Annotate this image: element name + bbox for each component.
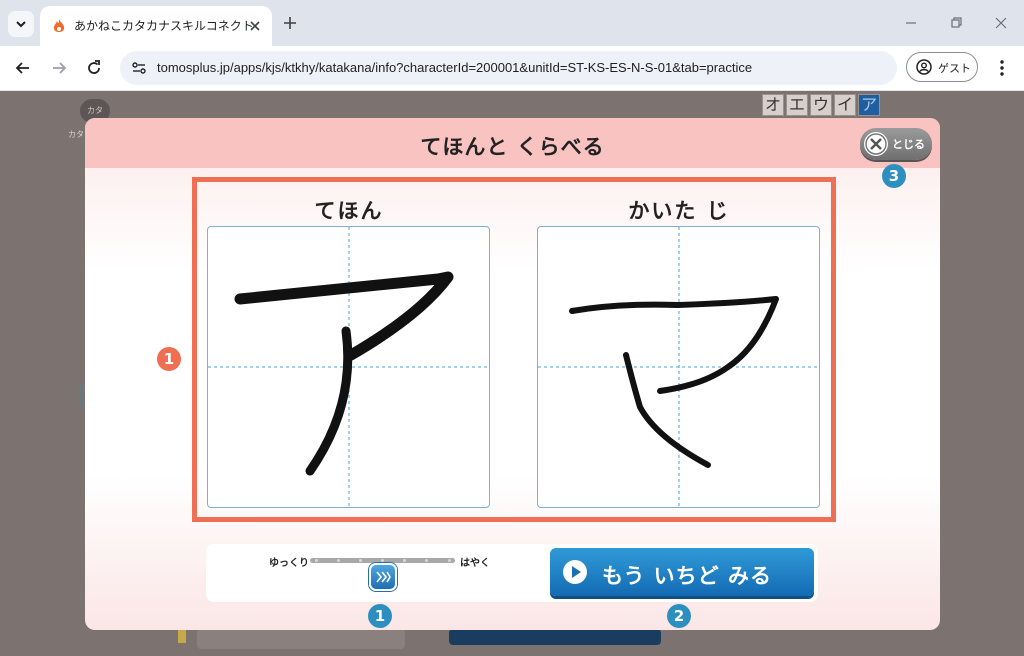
speed-step-dot xyxy=(314,559,318,562)
background-chip-label: カタ xyxy=(68,130,84,139)
reload-icon[interactable] xyxy=(84,58,104,78)
compare-modal: てほんと くらべる とじる 3 1 てほん かいた じ ゆっくり はやく もう … xyxy=(85,118,940,630)
close-icon xyxy=(864,132,888,156)
browser-tab-bar: あかねこカタカナスキルコネクト xyxy=(0,0,1024,46)
more-icon[interactable] xyxy=(994,58,1010,78)
play-icon xyxy=(563,560,587,584)
speed-icon xyxy=(375,571,391,583)
favicon-icon xyxy=(53,19,65,32)
kana-tab: エ xyxy=(786,94,808,116)
address-bar[interactable]: tomosplus.jp/apps/kjs/ktkhy/katakana/inf… xyxy=(120,51,897,85)
modal-title: てほんと くらべる xyxy=(420,135,605,159)
tab-title: あかねこカタカナスキルコネクト xyxy=(74,19,254,33)
modal-header: てほんと くらべる xyxy=(85,118,940,168)
replay-button[interactable]: もう いちど みる xyxy=(550,548,814,596)
close-button[interactable]: とじる xyxy=(860,128,932,160)
close-window-icon[interactable] xyxy=(992,14,1010,32)
comparison-frame: てほん かいた じ xyxy=(192,177,836,522)
replay-label: もう いちど みる xyxy=(602,564,772,588)
help-badge: 1 xyxy=(368,604,392,628)
site-info-icon[interactable] xyxy=(130,59,148,77)
page-backdrop: カタ カタ オ エ ウ イ ア てほんと くらべる とじる 3 1 てほん かい… xyxy=(0,91,1024,656)
written-character xyxy=(538,227,819,507)
kana-tab: イ xyxy=(834,94,856,116)
model-character-panel xyxy=(207,226,490,508)
speed-fast-label: はやく xyxy=(460,558,490,569)
playback-controls: ゆっくり はやく もう いちど みる xyxy=(206,544,818,602)
written-label: かいた じ xyxy=(628,199,730,223)
help-badge: 3 xyxy=(882,164,906,188)
speed-step-dot xyxy=(425,559,429,562)
browser-tab[interactable]: あかねこカタカナスキルコネクト xyxy=(40,6,272,46)
speed-slider-handle[interactable] xyxy=(368,563,397,591)
profile-label: ゲスト xyxy=(938,62,971,75)
browser-toolbar: tomosplus.jp/apps/kjs/ktkhy/katakana/inf… xyxy=(0,46,1024,91)
close-label: とじる xyxy=(892,138,925,151)
profile-icon xyxy=(916,59,932,75)
close-icon[interactable] xyxy=(246,17,264,35)
speed-slow-label: ゆっくり xyxy=(269,558,309,569)
model-character xyxy=(208,227,489,507)
kana-tab: ウ xyxy=(810,94,832,116)
speed-step-dot xyxy=(447,559,451,562)
model-label: てほん xyxy=(314,199,384,223)
restore-icon[interactable] xyxy=(947,14,965,32)
speed-step-dot xyxy=(336,559,340,562)
chevron-down-icon xyxy=(16,21,26,28)
speed-step-dot xyxy=(403,559,407,562)
tab-list-button[interactable] xyxy=(8,11,34,37)
kana-tab-active: ア xyxy=(858,94,880,116)
speed-step-dot xyxy=(358,559,362,562)
background-button xyxy=(449,629,661,645)
kana-tab: オ xyxy=(762,94,784,116)
help-badge: 2 xyxy=(667,604,691,628)
forward-icon[interactable] xyxy=(49,58,69,78)
kana-tab-strip: オ エ ウ イ ア xyxy=(762,94,880,116)
background-button xyxy=(197,629,405,649)
speed-step-dot xyxy=(381,559,384,562)
written-character-panel xyxy=(537,226,820,508)
plus-icon[interactable] xyxy=(281,14,299,32)
back-icon[interactable] xyxy=(13,58,33,78)
minimize-icon[interactable] xyxy=(902,14,920,32)
url-text: tomosplus.jp/apps/kjs/ktkhy/katakana/inf… xyxy=(157,60,753,75)
profile-button[interactable]: ゲスト xyxy=(906,52,978,82)
help-badge: 1 xyxy=(157,347,181,371)
